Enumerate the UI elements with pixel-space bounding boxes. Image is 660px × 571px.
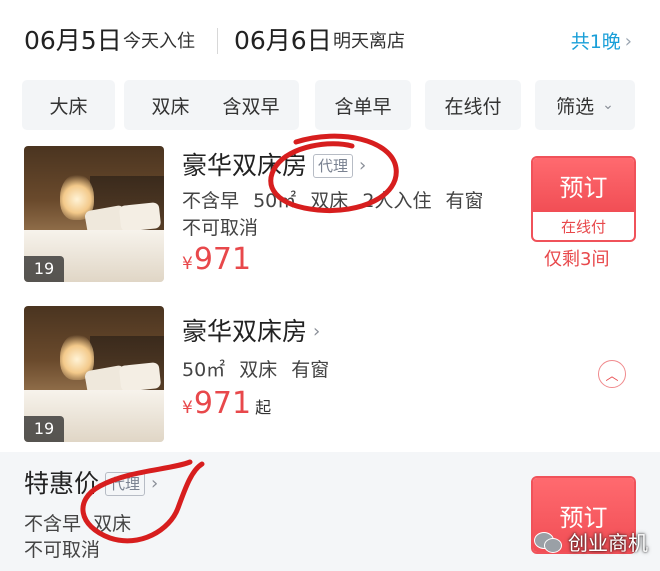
chevron-up-icon: ︿	[605, 368, 619, 384]
price-amount: 971	[193, 242, 252, 277]
filter-chip-online-pay[interactable]: 在线付	[425, 80, 521, 130]
watermark-text: 创业商机	[568, 531, 648, 555]
room-price: ¥971 起	[182, 386, 271, 426]
nights-link[interactable]: 共1晚 ›	[571, 30, 632, 54]
offer-title[interactable]: 特惠价 代理 ›	[24, 468, 158, 500]
filter-bar: 大床 双床 含双早 含单早 在线付 筛选 ⌄	[0, 78, 660, 136]
filter-chip-double-breakfast[interactable]: 含双早	[203, 80, 299, 130]
pay-method-label: 在线付	[560, 217, 606, 236]
occupancy-info: 2人入住	[362, 190, 432, 212]
chevron-right-icon: ›	[151, 473, 159, 494]
checkout-date[interactable]: 06月6日	[234, 26, 332, 56]
wechat-icon	[534, 530, 562, 554]
filter-chip-label: 大床	[49, 95, 88, 118]
checkout-label: 明天离店	[333, 31, 405, 52]
book-button[interactable]: 预订 在线付	[531, 156, 636, 242]
filter-chip-single-breakfast[interactable]: 含单早	[315, 80, 411, 130]
cancel-policy: 不可取消	[24, 539, 101, 561]
breakfast-info: 不含早	[182, 190, 240, 212]
photo-count-badge: 19	[24, 416, 64, 442]
room-title[interactable]: 豪华双床房 ›	[182, 316, 320, 348]
room-info: 50㎡ 双床 有窗	[182, 358, 337, 382]
bed-info: 双床	[239, 359, 278, 381]
wechat-bubble	[544, 537, 562, 553]
rooms-remaining: 仅剩3间	[544, 249, 610, 270]
area-info: 50㎡	[182, 359, 226, 381]
currency-symbol: ¥	[182, 254, 193, 274]
date-divider	[217, 28, 218, 54]
filter-chip-label: 在线付	[444, 95, 502, 118]
nights-label: 共1晚	[570, 31, 621, 53]
bed-info: 双床	[93, 513, 132, 535]
area-info: 50㎡	[253, 190, 297, 212]
book-label: 预订	[533, 158, 634, 212]
room-title[interactable]: 豪华双床房 代理 ›	[182, 150, 366, 182]
window-info: 有窗	[445, 190, 484, 212]
agent-tag: 代理	[313, 154, 354, 178]
chevron-down-icon: ⌄	[602, 97, 614, 113]
chevron-right-icon: ›	[359, 155, 367, 176]
agent-tag: 代理	[105, 472, 146, 496]
offer-title-text: 特惠价	[24, 469, 100, 498]
room-card[interactable]: 19 豪华双床房 代理 › 不含早 50㎡ 双床 2人入住 有窗 不可取消 ¥9…	[0, 136, 660, 286]
bed-info: 双床	[310, 190, 349, 212]
checkin-label: 今天入住	[123, 31, 195, 52]
room-info: 不含早 50㎡ 双床 2人入住 有窗	[182, 189, 492, 213]
photo-count-badge: 19	[24, 256, 64, 282]
photo-pillow	[118, 201, 162, 233]
room-card[interactable]: 19 豪华双床房 › 50㎡ 双床 有窗 ¥971 起 ︿	[0, 296, 660, 448]
filter-chip-label: 双床	[151, 95, 190, 118]
room-photo[interactable]: 19	[24, 146, 164, 282]
room-photo[interactable]: 19	[24, 306, 164, 442]
price-amount: 971	[193, 386, 252, 421]
room-title-text: 豪华双床房	[182, 317, 308, 346]
room-price: ¥971	[182, 242, 251, 282]
photo-pillow	[118, 361, 162, 393]
room-selection-page: 06月5日 今天入住 06月6日 明天离店 共1晚 › 大床 双床 含双早 含单…	[0, 0, 660, 571]
chevron-right-icon: ›	[313, 321, 321, 342]
collapse-toggle[interactable]: ︿	[598, 360, 626, 388]
filter-chip-label: 筛选	[556, 95, 595, 118]
date-header[interactable]: 06月5日 今天入住 06月6日 明天离店 共1晚 ›	[0, 0, 660, 78]
currency-symbol: ¥	[182, 398, 193, 418]
price-suffix: 起	[255, 398, 272, 417]
checkin-date[interactable]: 06月5日	[24, 26, 122, 56]
filter-chip-more[interactable]: 筛选 ⌄	[535, 80, 635, 130]
offer-info: 不含早 双床	[24, 512, 137, 536]
filter-chip-label: 含双早	[222, 95, 280, 118]
watermark: 创业商机	[534, 527, 648, 556]
cancel-policy: 不可取消	[182, 217, 259, 239]
breakfast-info: 不含早	[24, 513, 82, 535]
room-title-text: 豪华双床房	[182, 151, 308, 180]
window-info: 有窗	[291, 359, 330, 381]
filter-chip-big-bed[interactable]: 大床	[22, 80, 115, 130]
chevron-right-icon: ›	[624, 31, 632, 52]
filter-chip-label: 含单早	[334, 95, 392, 118]
